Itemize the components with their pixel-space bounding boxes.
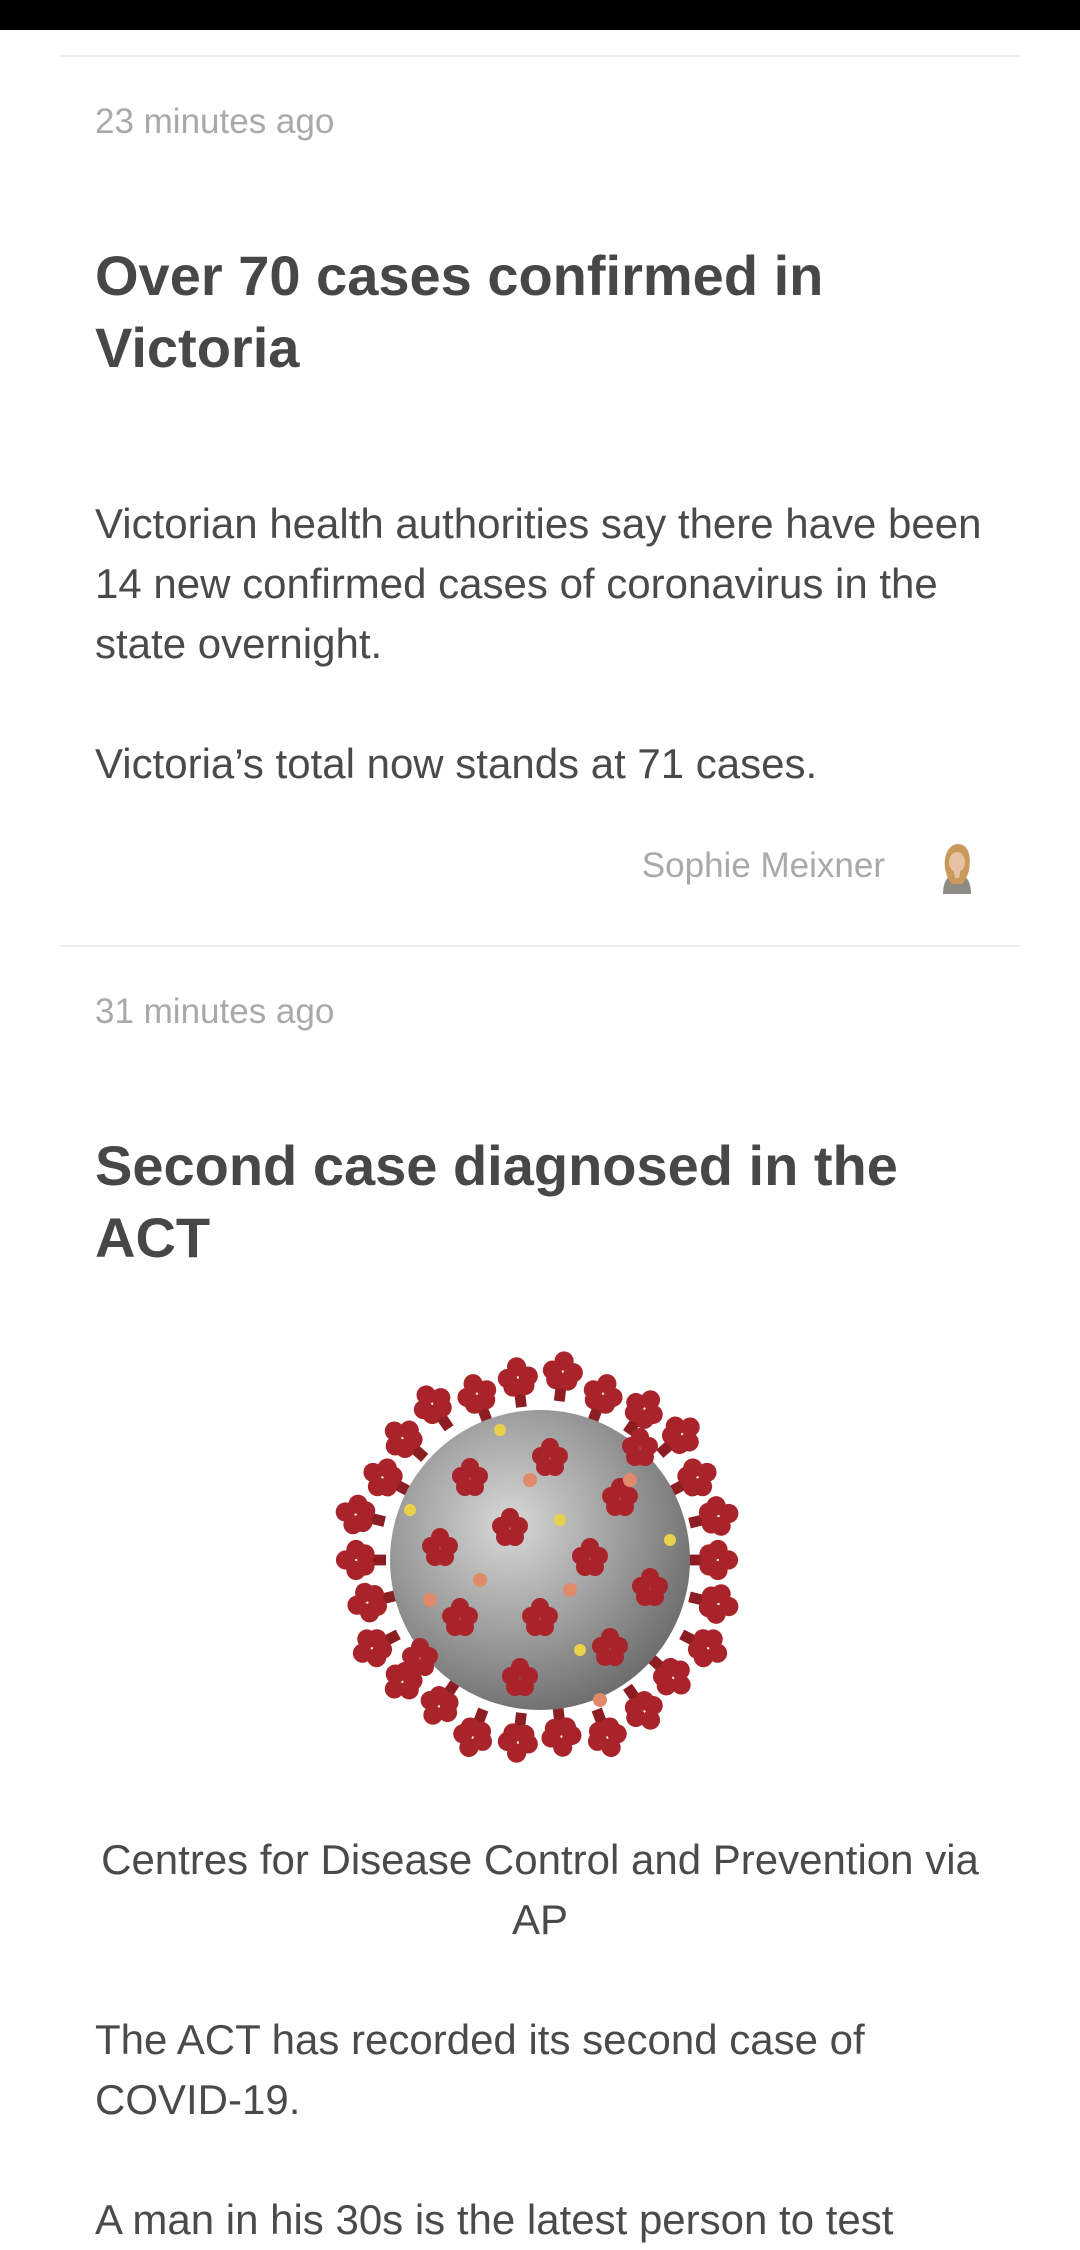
post-paragraph: Victorian health authorities say there h… <box>95 500 982 667</box>
divider <box>60 945 1020 947</box>
post-paragraph: The ACT has recorded its second case of … <box>95 2016 865 2123</box>
post-timestamp: 31 minutes ago <box>95 992 335 1031</box>
post-paragraph: Victoria’s total now stands at 71 cases. <box>95 740 818 787</box>
author-avatar[interactable] <box>929 838 985 894</box>
coronavirus-image[interactable] <box>320 1340 760 1780</box>
post-paragraph: A man in his 30s is the latest person to… <box>95 2196 894 2243</box>
author-row[interactable]: Sophie Meixner <box>642 838 985 894</box>
post-timestamp: 23 minutes ago <box>95 102 335 141</box>
author-name[interactable]: Sophie Meixner <box>642 846 885 886</box>
divider <box>60 55 1020 57</box>
post-headline[interactable]: Over 70 cases confirmed in Victoria <box>95 240 995 384</box>
status-bar <box>0 0 1080 30</box>
image-caption: Centres for Disease Control and Preventi… <box>101 1836 979 1943</box>
post-headline[interactable]: Second case diagnosed in the ACT <box>95 1130 995 1274</box>
